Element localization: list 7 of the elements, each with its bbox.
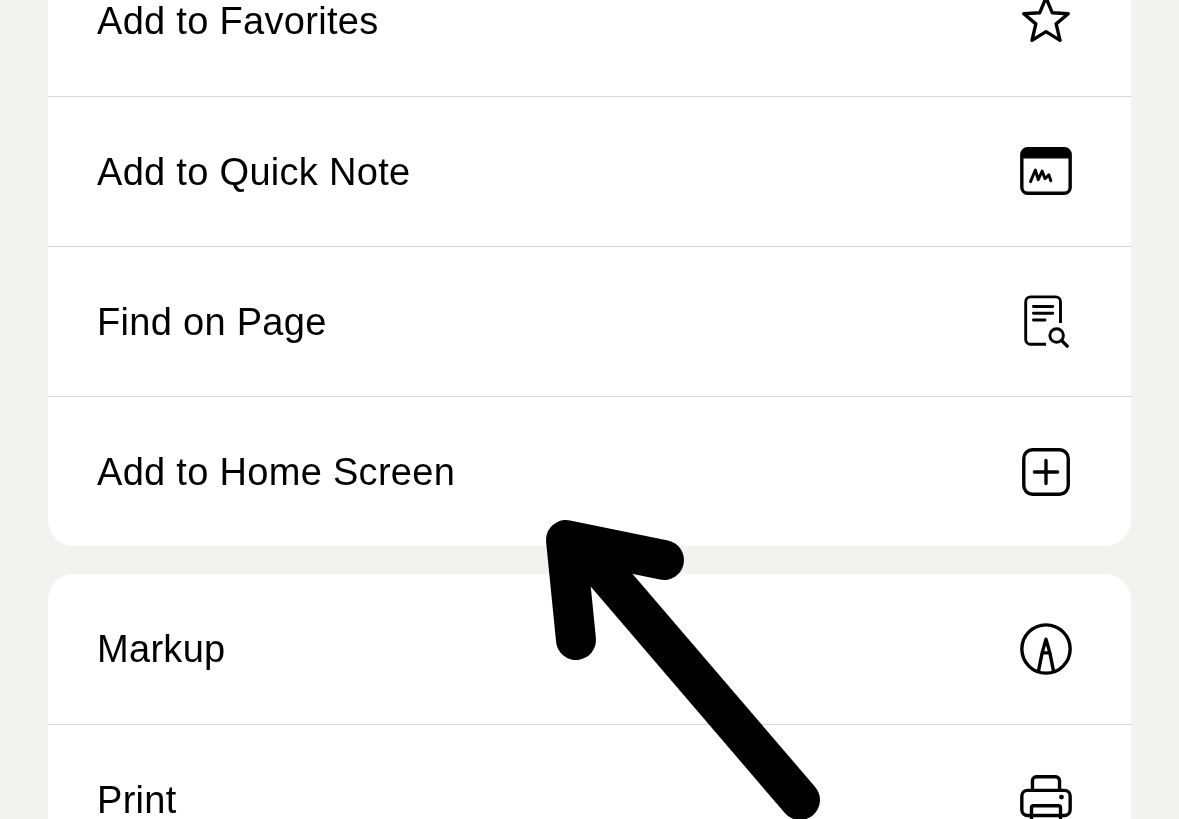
menu-item[interactable]: Markup [97,630,226,668]
menu-item[interactable]: Print [97,780,177,819]
menu-item[interactable]: Add to Quick Note [97,152,411,191]
menu-item[interactable]: Find on Page [97,302,327,341]
menu-item[interactable]: Add to Home Screen [97,452,456,491]
pen-circle-icon [1017,620,1075,678]
menu-item[interactable]: Add to Favorites [97,2,379,40]
